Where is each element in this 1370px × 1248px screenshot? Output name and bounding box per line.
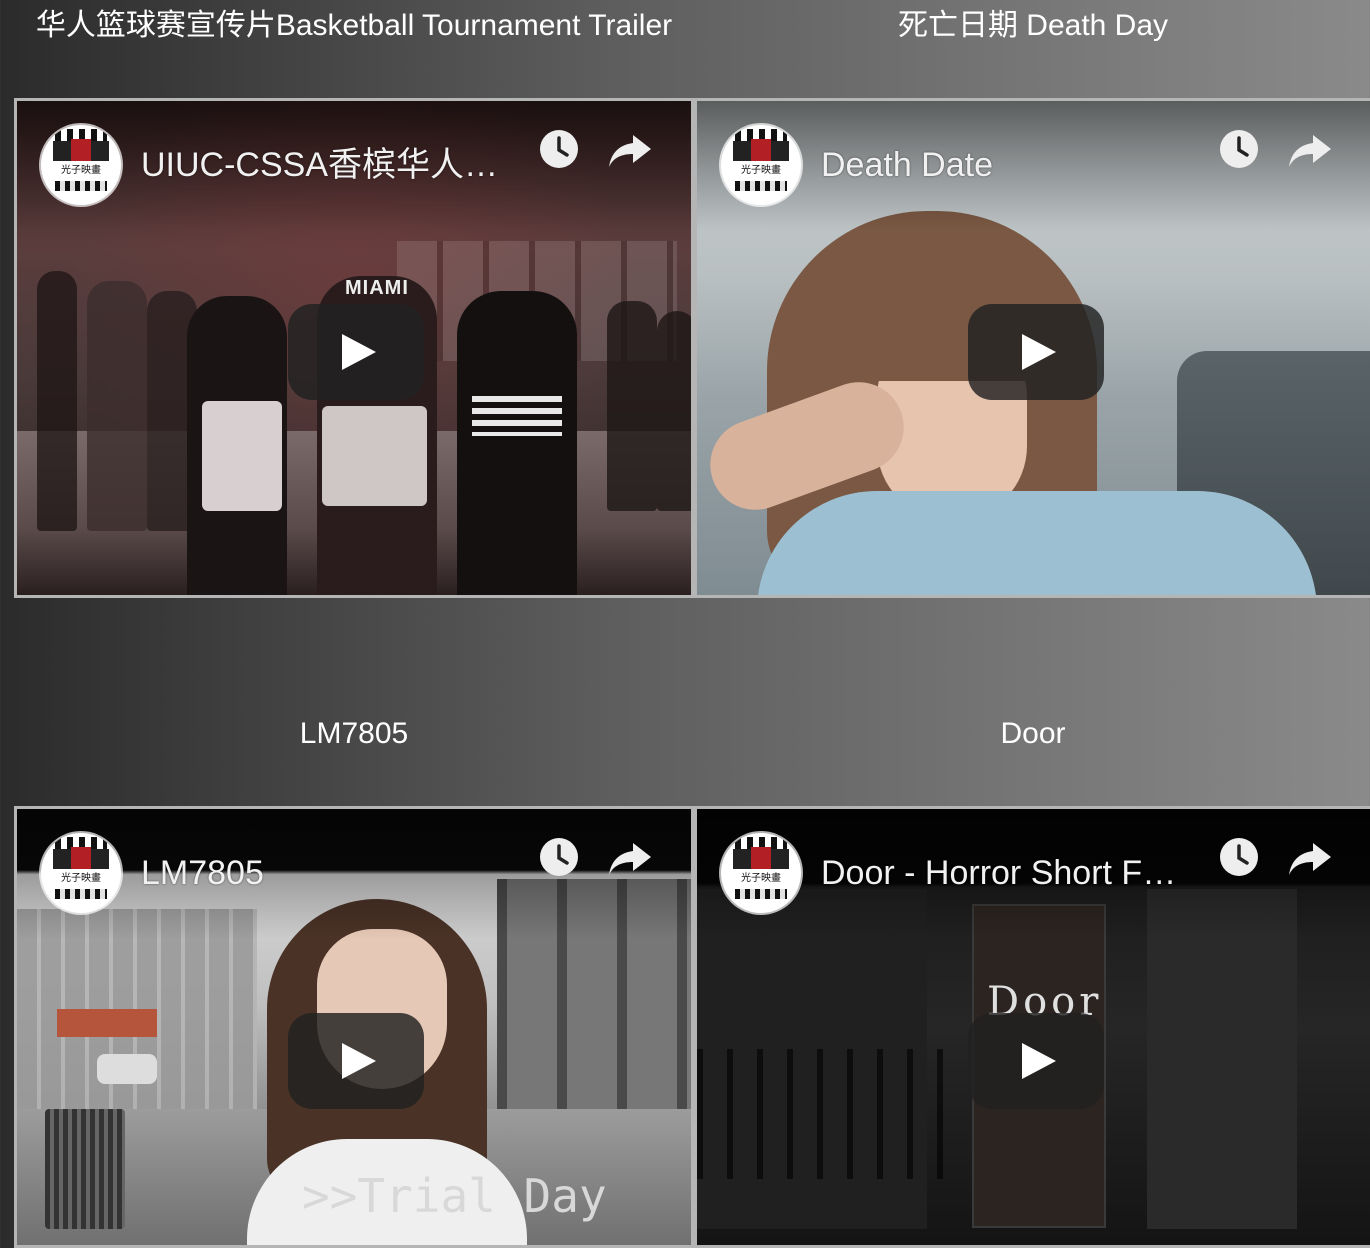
video-embed-basketball[interactable]: MIAMI 光子映畫 UIUC-CSSA香槟华人…	[14, 98, 694, 598]
video-caption-lm7805: LM7805	[299, 717, 409, 750]
channel-logo-text: 光子映畫	[741, 873, 781, 884]
clock-icon[interactable]	[1219, 837, 1259, 877]
channel-avatar[interactable]: 光子映畫	[721, 833, 801, 913]
clock-icon[interactable]	[539, 129, 579, 169]
video-embed-lm7805[interactable]: >>Trial Day 光子映畫 LM7805	[14, 806, 694, 1248]
video-embed-door[interactable]: Door 光子映畫 Door - Horror Short Fil…	[694, 806, 1370, 1248]
channel-logo-text: 光子映畫	[61, 873, 101, 884]
video-title[interactable]: Death Date	[821, 141, 993, 189]
play-icon	[342, 1043, 376, 1079]
play-button[interactable]	[288, 304, 424, 400]
play-icon	[1022, 334, 1056, 370]
channel-logo-text: 光子映畫	[61, 165, 101, 176]
overlay-text: >>Trial Day	[302, 1169, 607, 1223]
video-title[interactable]: LM7805	[141, 849, 264, 897]
channel-avatar[interactable]: 光子映畫	[721, 125, 801, 205]
video-title[interactable]: UIUC-CSSA香槟华人…	[141, 141, 498, 189]
clock-icon[interactable]	[539, 837, 579, 877]
play-icon	[342, 334, 376, 370]
video-caption-basketball: 华人篮球赛宣传片Basketball Tournament Trailer	[35, 9, 673, 42]
video-caption-death-day: 死亡日期 Death Day	[897, 9, 1169, 42]
video-title[interactable]: Door - Horror Short Fil…	[821, 849, 1181, 897]
video-caption-door: Door	[1000, 717, 1066, 750]
channel-logo-text: 光子映畫	[741, 165, 781, 176]
play-button[interactable]	[968, 304, 1104, 400]
play-button[interactable]	[968, 1013, 1104, 1109]
clock-icon[interactable]	[1219, 129, 1259, 169]
share-arrow-icon[interactable]	[607, 131, 653, 171]
channel-avatar[interactable]: 光子映畫	[41, 833, 121, 913]
play-icon	[1022, 1043, 1056, 1079]
jersey-text: MIAMI	[345, 277, 409, 299]
share-arrow-icon[interactable]	[1287, 131, 1333, 171]
video-embed-death-date[interactable]: 光子映畫 Death Date	[694, 98, 1370, 598]
play-button[interactable]	[288, 1013, 424, 1109]
channel-avatar[interactable]: 光子映畫	[41, 125, 121, 205]
share-arrow-icon[interactable]	[1287, 839, 1333, 879]
share-arrow-icon[interactable]	[607, 839, 653, 879]
